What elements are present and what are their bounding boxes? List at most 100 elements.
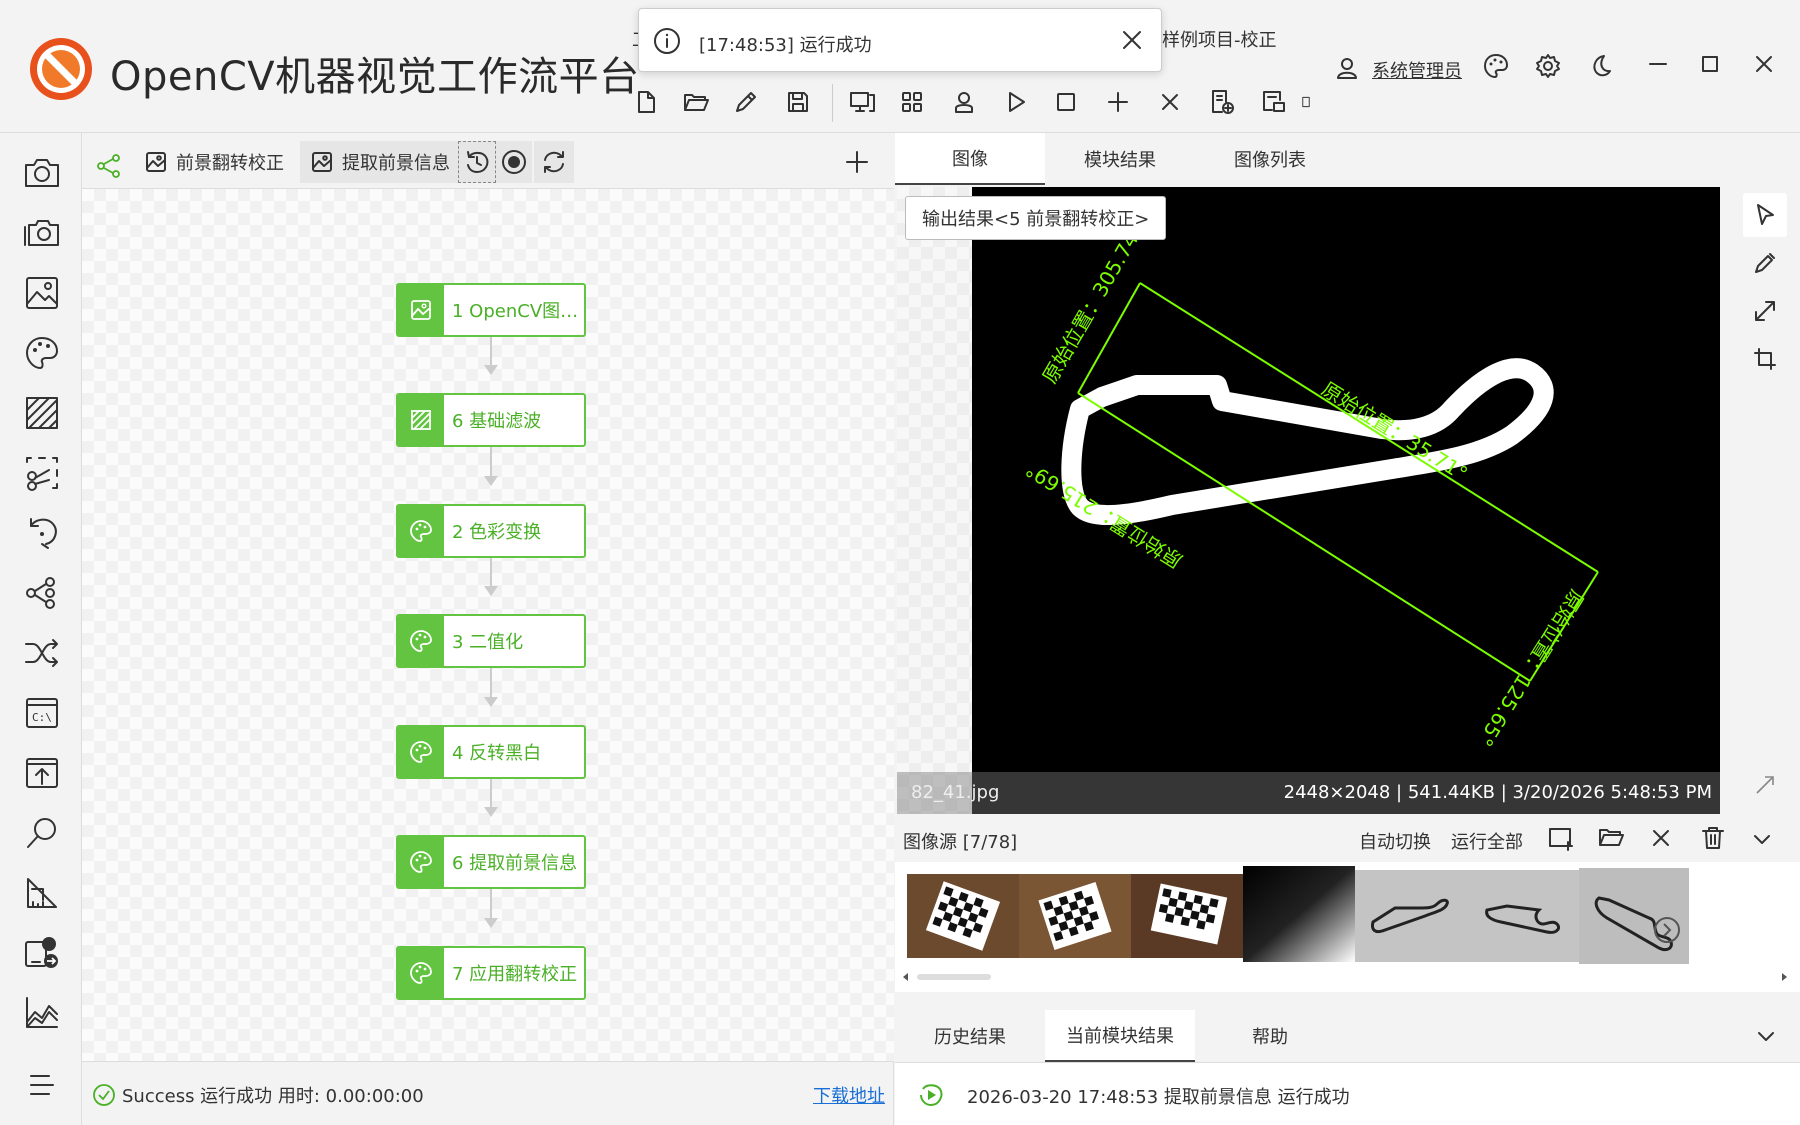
auto-switch-button[interactable]: 自动切换 [1359,828,1431,854]
tool-sidebar: C:\ [0,133,82,1125]
flow-node-binarize[interactable]: 3 二值化 [396,614,586,668]
export-button[interactable] [1254,82,1294,122]
flow-refresh-button[interactable] [534,141,574,183]
flow-record-button[interactable] [496,141,532,183]
shuffle-tool[interactable] [20,631,64,675]
rotate-tool[interactable] [20,511,64,555]
thumbnail[interactable] [1579,868,1689,964]
tab-flow-1[interactable]: 前景翻转校正 [134,141,294,183]
toast-close-icon[interactable] [1121,29,1143,51]
download-link[interactable]: 下载地址 [813,1082,885,1108]
remove-button[interactable] [1150,82,1190,122]
fullscreen-button[interactable] [1743,763,1787,807]
camera-tool[interactable] [20,151,64,195]
add-button[interactable] [1098,82,1138,122]
title-bar: OpenCV机器视觉工作流平台 工 样例项目-校正 [17:48:53] 运行成… [0,0,1800,133]
thumbnail-scrollbar[interactable] [917,974,991,980]
thumbnail[interactable] [1131,874,1243,958]
area-chart-icon [26,997,58,1028]
chevron-down-icon[interactable] [1751,828,1773,850]
scroll-left-icon[interactable] [901,972,911,982]
camera-capture-tool[interactable] [20,211,64,255]
trash-icon[interactable] [1699,824,1727,852]
add-flow-tab-button[interactable] [834,141,880,183]
more-tools-button[interactable] [1300,82,1312,122]
flow-status-text: Success 运行成功 用时: 0.00:00:00 [122,1086,424,1107]
connector-arrow [484,918,498,928]
image-viewer[interactable]: 原始位置：305.74° 原始位置：35.71° 原始位置：215.69° 原始… [897,187,1720,814]
thumbnail[interactable] [1467,870,1579,962]
thumbnail[interactable] [1355,870,1467,962]
tab-help[interactable]: 帮助 [1195,1010,1345,1062]
theme-palette-icon[interactable] [1482,52,1510,80]
stop-button[interactable] [1046,82,1086,122]
node-label: 6 基础滤波 [452,411,542,432]
thumbnail-image [1579,868,1689,964]
graph-tool[interactable] [20,571,64,615]
menu-toggle[interactable] [20,1063,64,1107]
flow-node-invert[interactable]: 4 反转黑白 [396,725,586,779]
run-button[interactable] [996,82,1036,122]
thumbnail-strip [895,862,1800,992]
tab-module-results[interactable]: 模块结果 [1045,133,1195,185]
flow-node-basic-filter[interactable]: 6 基础滤波 [396,393,586,447]
script-tool[interactable]: C:\ [20,691,64,735]
image-tool[interactable] [20,271,64,315]
open-folder-button[interactable] [676,82,716,122]
crop-tool[interactable] [20,451,64,495]
picker-tool-button[interactable] [1743,241,1787,285]
modules-grid-button[interactable] [892,82,932,122]
tab-image[interactable]: 图像 [895,133,1045,185]
image-icon [146,152,166,172]
minimize-icon[interactable] [1646,52,1670,76]
scroll-right-icon[interactable] [1779,972,1789,982]
flow-history-button[interactable] [458,141,496,183]
tab-history-results[interactable]: 历史结果 [895,1010,1045,1062]
annotation-label: 原始位置：305.74° [1038,220,1149,388]
settings-gear-icon[interactable] [1534,52,1562,80]
run-all-button[interactable]: 运行全部 [1451,828,1523,854]
node-label: 4 反转黑白 [452,743,542,764]
flow-node-color-convert[interactable]: 2 色彩变换 [396,504,586,558]
measure-tool[interactable] [20,871,64,915]
tab-current-module-results[interactable]: 当前模块结果 [1045,1010,1195,1062]
chevron-down-icon[interactable] [1755,1025,1777,1047]
user-manage-button[interactable] [944,82,984,122]
thumbnail-image [907,874,1019,958]
thumbnail[interactable] [907,874,1019,958]
flow-node-extract-foreground[interactable]: 6 提取前景信息 [396,835,586,889]
flow-canvas[interactable]: 1 OpenCV图像源 6 基础滤波 2 色彩变换 3 二值化 4 反转黑白 6… [82,189,894,1061]
thumbnail[interactable] [1243,866,1355,962]
maximize-icon[interactable] [1698,52,1722,76]
upload-tool[interactable] [20,751,64,795]
device-button[interactable] [842,82,882,122]
tab-image-list[interactable]: 图像列表 [1195,133,1345,185]
search-tool[interactable] [20,811,64,855]
image-meta-info: 2448×2048 | 541.44KB | 3/20/2026 5:48:53… [1283,782,1712,803]
menu-lines-icon [30,1075,54,1095]
edit-button[interactable] [726,82,766,122]
new-file-button[interactable] [626,82,666,122]
close-icon[interactable] [1647,824,1675,852]
flow-share-button[interactable] [86,145,132,187]
thumbnail[interactable] [1019,874,1131,958]
communication-tool[interactable] [20,931,64,975]
save-button[interactable] [778,82,818,122]
flow-node-apply-flip[interactable]: 7 应用翻转校正 [396,946,586,1000]
add-document-button[interactable] [1202,82,1242,122]
add-image-icon[interactable] [1547,824,1575,852]
filter-tool[interactable] [20,391,64,435]
dark-mode-moon-icon[interactable] [1586,52,1614,80]
chart-tool[interactable] [20,991,64,1035]
crop-tool-button[interactable] [1743,337,1787,381]
select-tool-button[interactable] [1743,193,1787,237]
fit-tool-button[interactable] [1743,289,1787,333]
folder-open-icon[interactable] [1597,824,1625,852]
user-name-link[interactable]: 系统管理员 [1372,57,1462,83]
window-close-icon[interactable] [1752,52,1776,76]
person-icon [955,92,973,113]
toast-notification: [17:48:53] 运行成功 [638,8,1162,72]
flow-node-image-source[interactable]: 1 OpenCV图像源 [396,283,586,337]
tab-flow-2[interactable]: 提取前景信息 [300,141,460,183]
color-tool[interactable] [20,331,64,375]
